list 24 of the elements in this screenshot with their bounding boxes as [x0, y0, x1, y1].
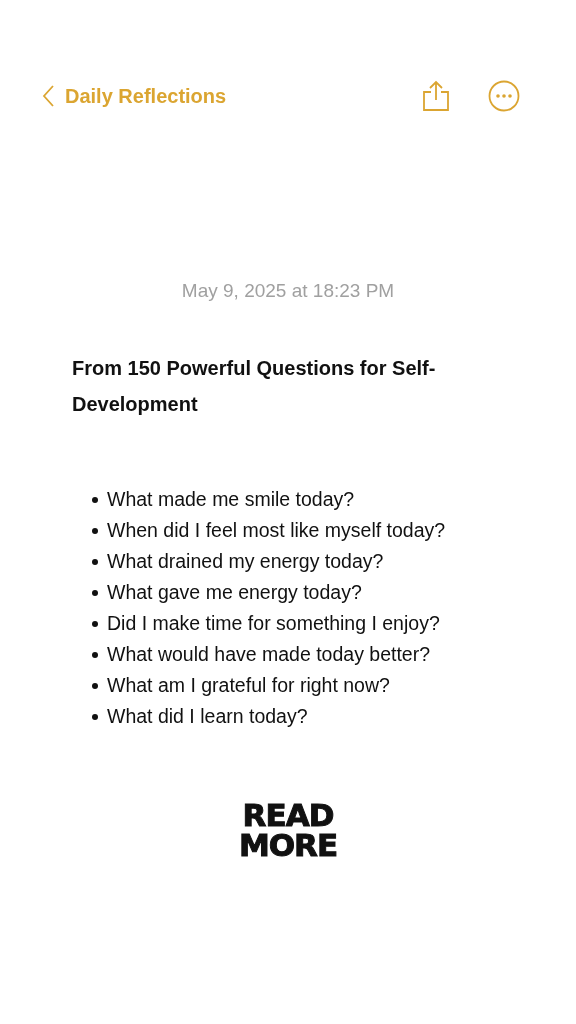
list-item: What did I learn today? — [107, 705, 308, 728]
bullet-icon — [92, 713, 98, 720]
back-button[interactable]: Daily Reflections — [42, 84, 227, 108]
logo-text: MORE — [238, 830, 338, 860]
list-item: What gave me energy today? — [107, 581, 362, 604]
note-title: From 150 Powerful Questions for Self-Development — [72, 356, 437, 417]
logo-text: READ — [242, 800, 334, 830]
list-item: What drained my energy today? — [107, 550, 384, 573]
share-icon[interactable] — [422, 80, 450, 112]
list-item: Did I make time for something I enjoy? — [107, 612, 440, 635]
bullet-icon — [92, 558, 98, 565]
chevron-left-icon — [42, 84, 55, 108]
bullet-icon — [92, 651, 98, 658]
list-item: What would have made today better? — [107, 643, 431, 666]
bullet-icon — [92, 620, 98, 627]
bullet-icon — [92, 527, 98, 534]
list-item: What made me smile today? — [107, 488, 355, 511]
note-date: May 9, 2025 at 18:23 PM — [180, 280, 396, 302]
list-item: When did I feel most like myself today? — [107, 519, 446, 542]
list-item: What am I grateful for right now? — [107, 674, 390, 697]
more-icon[interactable] — [488, 80, 520, 112]
bullet-icon — [92, 682, 98, 689]
bullet-icon — [92, 589, 98, 596]
bullet-icon — [92, 496, 98, 503]
